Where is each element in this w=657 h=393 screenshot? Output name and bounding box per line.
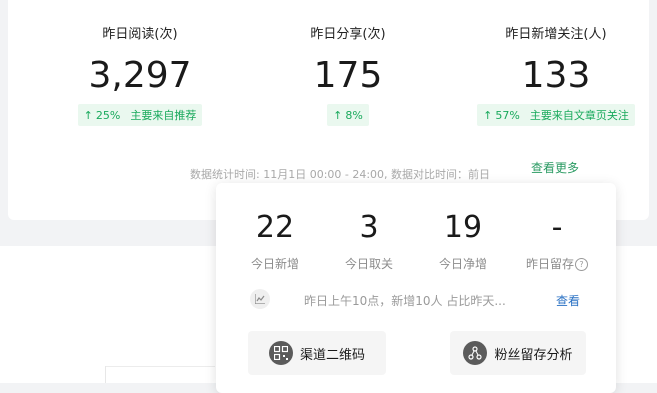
channel-qrcode-button[interactable]: 渠道二维码 (248, 331, 386, 375)
metric-label: 昨日新增关注(人) (505, 27, 607, 42)
insight-text: 昨日上午10点，新增10人 占比昨天... (304, 294, 506, 308)
stat-label: 今日净增 (438, 257, 487, 271)
divider (105, 366, 106, 383)
stat-today-unfollow: 3 今日取关 (322, 211, 416, 272)
insight-row: 昨日上午10点，新增10人 占比昨天... 查看 (250, 289, 590, 311)
arrow-up-icon: ↑ (83, 108, 93, 122)
stat-value: - (551, 210, 563, 245)
stat-value: 22 (255, 210, 295, 245)
insight-view-link[interactable]: 查看 (556, 292, 580, 309)
change-value: 57% (495, 108, 520, 122)
metric-value: 133 (521, 55, 591, 96)
arrow-up-icon: ↑ (483, 108, 493, 122)
stat-label: 今日取关 (344, 257, 393, 271)
popover-arrow (550, 176, 564, 183)
change-badge: ↑ 8% (327, 104, 369, 126)
stat-today-new: 22 今日新增 (228, 211, 322, 272)
help-icon[interactable]: ? (575, 258, 588, 271)
divider (105, 366, 215, 367)
trend-chart-icon (250, 289, 270, 309)
change-value: 8% (345, 108, 363, 122)
stat-value: 19 (443, 210, 483, 245)
stat-label: 昨日留存 (525, 257, 574, 271)
change-value: 25% (95, 108, 121, 122)
button-label: 渠道二维码 (299, 347, 365, 363)
metric-value: 3,297 (88, 55, 192, 96)
analysis-icon (463, 341, 488, 365)
button-label: 粉丝留存分析 (494, 347, 573, 363)
stat-value: 3 (359, 210, 379, 245)
see-more-link[interactable]: 查看更多 (531, 159, 579, 176)
followers-popover: 22 今日新增 3 今日取关 19 今日净增 - 昨日留存? 昨日上午10点，新… (216, 183, 616, 393)
metric-value: 175 (313, 55, 383, 96)
stat-yesterday-retention: - 昨日留存? (510, 211, 604, 272)
change-badge: ↑ 25% 主要来自推荐 (77, 104, 203, 126)
stat-label: 今日新增 (250, 257, 299, 271)
change-badge: ↑ 57% 主要来自文章页关注 (477, 104, 635, 126)
fan-retention-analysis-button[interactable]: 粉丝留存分析 (450, 331, 586, 375)
change-source: 主要来自文章页关注 (529, 109, 629, 122)
qrcode-icon (268, 341, 293, 365)
stat-today-net: 19 今日净增 (416, 211, 510, 272)
arrow-up-icon: ↑ (333, 108, 343, 122)
metric-label: 昨日阅读(次) (102, 27, 178, 42)
stat-time-note: 数据统计时间: 11月1日 00:00 - 24:00, 数据对比时间：前日 (190, 168, 491, 181)
metric-label: 昨日分享(次) (310, 27, 386, 42)
change-source: 主要来自推荐 (130, 109, 197, 122)
